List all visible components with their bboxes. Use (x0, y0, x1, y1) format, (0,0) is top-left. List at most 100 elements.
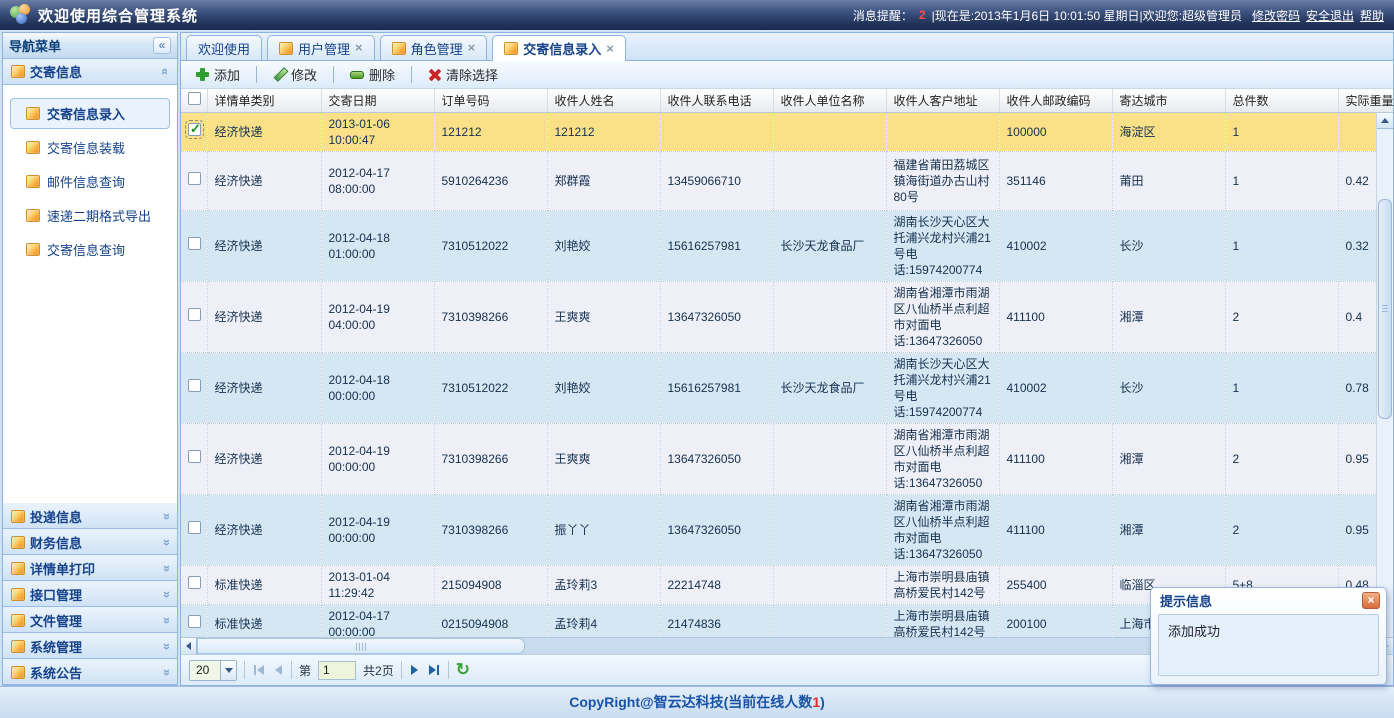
sidebar-group-label: 财务信息 (30, 533, 82, 552)
popup-title: 提示信息 (1160, 591, 1212, 610)
table-cell: 振丫丫 (547, 494, 660, 565)
toolbar-button-清除选择[interactable]: 清除选择 (419, 61, 507, 88)
tab-角色管理[interactable]: 角色管理 × (380, 35, 488, 60)
row-checkbox[interactable] (188, 521, 201, 534)
add-icon (196, 68, 209, 81)
row-checkbox-cell (181, 151, 207, 210)
sidebar-group-详情单打印[interactable]: 详情单打印« (3, 555, 177, 581)
sidebar-item-速递二期格式导出[interactable]: 速递二期格式导出 (10, 200, 170, 231)
page-size-select[interactable]: 20 (189, 660, 237, 681)
table-cell: 湖南省湘潭市雨湖区八仙桥半点利超市对面电话:13647326050 (886, 281, 999, 352)
sidebar-item-交寄信息录入[interactable]: 交寄信息录入 (10, 98, 170, 129)
table-cell: 刘艳姣 (547, 352, 660, 423)
sidebar-group-系统管理[interactable]: 系统管理« (3, 633, 177, 659)
column-header-详情单类别[interactable]: 详情单类别 (207, 89, 321, 112)
table-cell: 7310512022 (434, 210, 547, 281)
tab-label: 用户管理 (298, 39, 350, 58)
table-cell: 2012-04-17 08:00:00 (321, 151, 434, 210)
column-header-收件人邮政编码[interactable]: 收件人邮政编码 (999, 89, 1112, 112)
table-cell: 经济快递 (207, 423, 321, 494)
next-page-button[interactable] (409, 663, 420, 677)
table-cell: 5910264236 (434, 151, 547, 210)
row-checkbox[interactable] (188, 123, 201, 136)
toolbar-separator (333, 66, 334, 83)
table-row[interactable]: 经济快递2012-04-17 08:00:005910264236郑群霞1345… (181, 151, 1393, 210)
column-header-寄达城市[interactable]: 寄达城市 (1112, 89, 1225, 112)
close-icon[interactable]: × (606, 44, 614, 54)
table-row[interactable]: 经济快递2013-01-06 10:00:4712121212121210000… (181, 112, 1393, 151)
select-all-checkbox[interactable] (188, 92, 201, 105)
close-icon[interactable]: × (1362, 592, 1380, 609)
sidebar-item-交寄信息查询[interactable]: 交寄信息查询 (10, 234, 170, 265)
package-icon (11, 666, 25, 679)
sidebar-group-接口管理[interactable]: 接口管理« (3, 581, 177, 607)
sidebar-group-文件管理[interactable]: 文件管理« (3, 607, 177, 633)
first-page-button[interactable] (252, 663, 266, 677)
table-row[interactable]: 经济快递2012-04-19 04:00:007310398266王爽爽1364… (181, 281, 1393, 352)
tab-欢迎使用[interactable]: 欢迎使用 (186, 35, 262, 60)
page-number-input[interactable] (318, 661, 356, 680)
sidebar-item-label: 邮件信息查询 (47, 172, 125, 191)
column-header-订单号码[interactable]: 订单号码 (434, 89, 547, 112)
package-icon (11, 614, 25, 627)
last-page-button[interactable] (427, 663, 441, 677)
message-count-badge[interactable]: 2 (917, 8, 928, 22)
row-checkbox[interactable] (188, 615, 201, 628)
sidebar-group-系统公告[interactable]: 系统公告« (3, 659, 177, 685)
table-row[interactable]: 经济快递2012-04-18 01:00:007310512022刘艳姣1561… (181, 210, 1393, 281)
row-checkbox[interactable] (188, 308, 201, 321)
scroll-left-button[interactable] (181, 638, 197, 654)
scroll-up-button[interactable] (1377, 113, 1393, 129)
column-header-收件人联系电话[interactable]: 收件人联系电话 (660, 89, 773, 112)
sidebar-item-交寄信息装载[interactable]: 交寄信息装载 (10, 132, 170, 163)
topbar-link-修改密码[interactable]: 修改密码 (1252, 9, 1300, 23)
vertical-scrollbar-thumb[interactable] (1378, 199, 1392, 419)
toolbar-button-添加[interactable]: 添加 (187, 61, 249, 88)
row-checkbox[interactable] (188, 576, 201, 589)
table-row[interactable]: 经济快递2012-04-19 00:00:007310398266王爽爽1364… (181, 423, 1393, 494)
sidebar-group-label: 详情单打印 (30, 559, 95, 578)
table-row[interactable]: 经济快递2012-04-19 00:00:007310398266振丫丫1364… (181, 494, 1393, 565)
tab-交寄信息录入[interactable]: 交寄信息录入× (492, 35, 626, 61)
sidebar-group-label: 接口管理 (30, 585, 82, 604)
message-popup: 提示信息 × 添加成功 (1150, 587, 1387, 685)
topbar-link-安全退出[interactable]: 安全退出 (1306, 9, 1354, 23)
table-cell: 7310398266 (434, 281, 547, 352)
column-header-总件数[interactable]: 总件数 (1225, 89, 1338, 112)
edit-icon (273, 68, 286, 81)
clear-selection-icon (428, 68, 441, 81)
toolbar-button-修改[interactable]: 修改 (264, 61, 326, 88)
prev-page-button[interactable] (273, 663, 284, 677)
refresh-icon[interactable]: ↻ (456, 663, 470, 677)
table-cell: 长沙 (1112, 352, 1225, 423)
sidebar-group-投递信息[interactable]: 投递信息« (3, 503, 177, 529)
table-header-row: 详情单类别交寄日期订单号码收件人姓名收件人联系电话收件人单位名称收件人客户地址收… (181, 89, 1393, 112)
column-header-收件人客户地址[interactable]: 收件人客户地址 (886, 89, 999, 112)
sidebar-group-label: 系统管理 (30, 637, 82, 656)
tab-label: 角色管理 (411, 39, 463, 58)
table-cell: 1 (1225, 151, 1338, 210)
column-header-收件人单位名称[interactable]: 收件人单位名称 (773, 89, 886, 112)
row-checkbox[interactable] (188, 379, 201, 392)
row-checkbox[interactable] (188, 450, 201, 463)
close-icon[interactable]: × (468, 43, 476, 53)
table-cell: 15616257981 (660, 210, 773, 281)
sidebar-group-财务信息[interactable]: 财务信息« (3, 529, 177, 555)
total-pages-label: 共2页 (363, 662, 394, 679)
column-header-实际重量[interactable]: 实际重量 (1338, 89, 1393, 112)
row-checkbox[interactable] (188, 237, 201, 250)
topbar-link-帮助[interactable]: 帮助 (1360, 9, 1384, 23)
horizontal-scrollbar-thumb[interactable] (197, 638, 525, 654)
table-row[interactable]: 经济快递2012-04-18 00:00:007310512022刘艳姣1561… (181, 352, 1393, 423)
close-icon[interactable]: × (355, 43, 363, 53)
column-header-收件人姓名[interactable]: 收件人姓名 (547, 89, 660, 112)
sidebar-collapse-button[interactable]: « (153, 37, 171, 54)
tab-用户管理[interactable]: 用户管理 × (267, 35, 375, 60)
vertical-scrollbar[interactable] (1376, 113, 1393, 637)
toolbar-button-label: 清除选择 (446, 65, 498, 84)
sidebar-group-jiaoji-xinxi[interactable]: 交寄信息 « (3, 59, 177, 85)
column-header-交寄日期[interactable]: 交寄日期 (321, 89, 434, 112)
toolbar-button-删除[interactable]: 删除 (341, 61, 404, 88)
sidebar-item-邮件信息查询[interactable]: 邮件信息查询 (10, 166, 170, 197)
row-checkbox[interactable] (188, 172, 201, 185)
